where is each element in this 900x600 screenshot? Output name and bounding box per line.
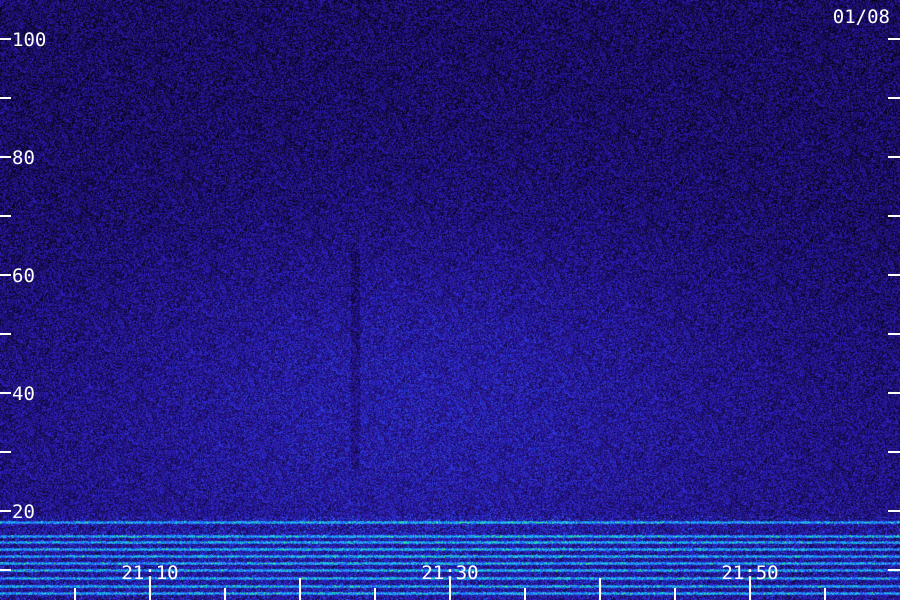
y-tick-label: 60 (12, 265, 35, 287)
x-tick-label: 21:50 (721, 562, 778, 584)
y-tick-label: 100 (12, 29, 46, 51)
axis-overlay: 100 80 60 40 20 21:10 21:30 21:50 01/08 (0, 6, 900, 600)
y-tick-label: 20 (12, 501, 35, 523)
x-axis-ticks: 21:10 21:30 21:50 (74, 562, 826, 600)
x-tick-label: 21:10 (121, 562, 178, 584)
y-tick-label: 80 (12, 147, 35, 169)
date-label: 01/08 (833, 6, 890, 28)
y-axis-ticks: 100 80 60 40 20 (0, 29, 900, 571)
y-tick-label: 40 (12, 383, 35, 405)
spectrogram-chart: 100 80 60 40 20 21:10 21:30 21:50 01/08 (0, 0, 900, 600)
x-tick-label: 21:30 (421, 562, 478, 584)
